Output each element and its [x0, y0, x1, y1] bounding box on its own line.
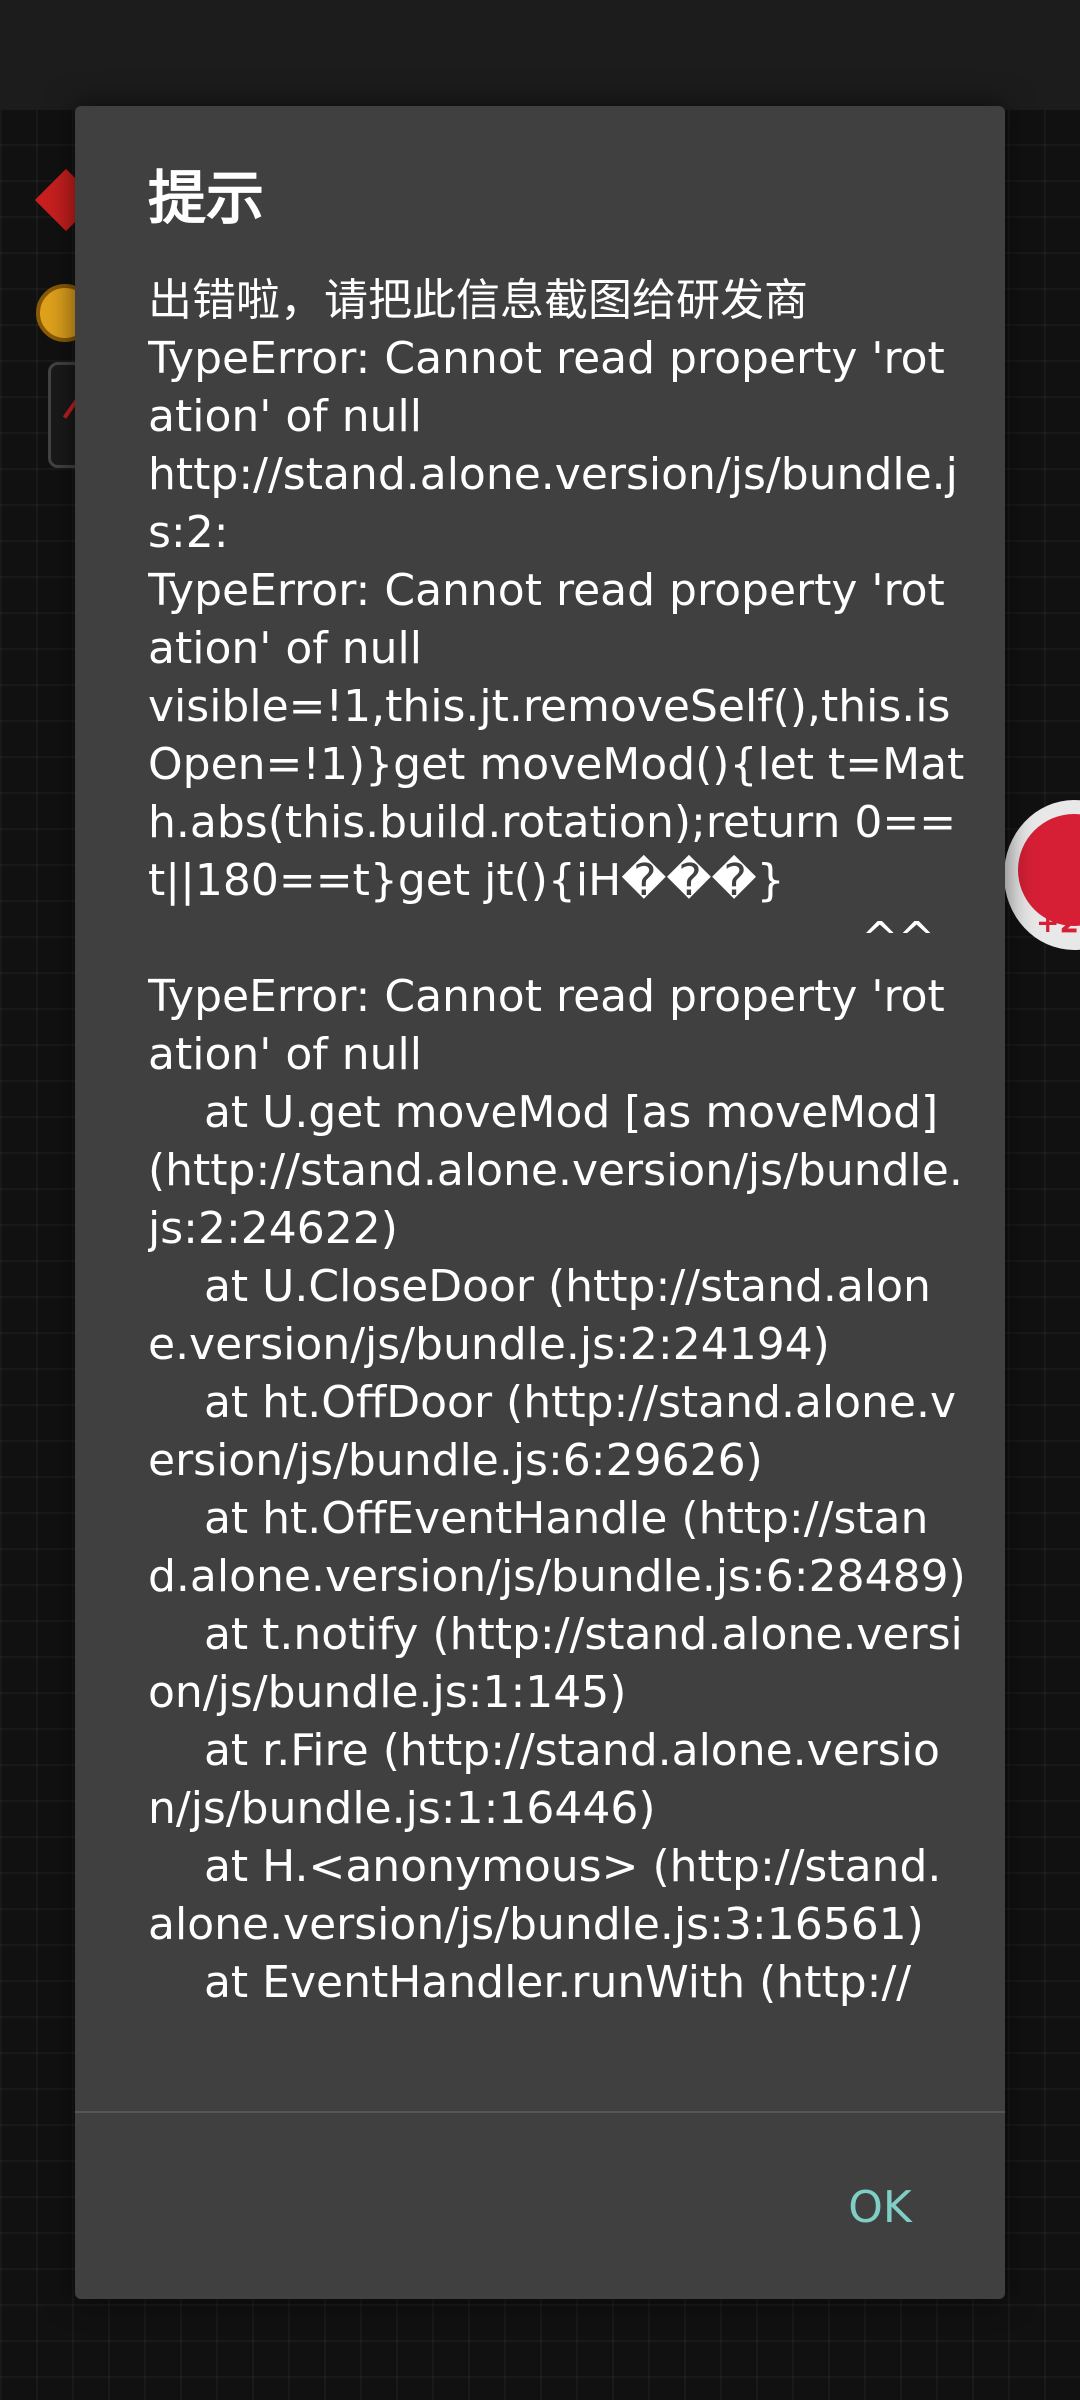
- dialog-message-scroll[interactable]: 出错啦，请把此信息截图给研发商 TypeError: Cannot read p…: [148, 272, 968, 2217]
- game-reward-badge[interactable]: +2: [1004, 800, 1080, 950]
- error-message: 出错啦，请把此信息截图给研发商 TypeError: Cannot read p…: [148, 275, 966, 2008]
- reward-badge-count: +2: [1036, 906, 1079, 939]
- status-bar: [0, 0, 1080, 110]
- ok-button[interactable]: OK: [815, 2166, 945, 2250]
- dialog-title: 提示: [148, 164, 265, 232]
- dialog-divider: [75, 2111, 1005, 2113]
- screen: +2 提示 出错啦，请把此信息截图给研发商 TypeError: Cannot …: [0, 0, 1080, 2400]
- error-dialog: 提示 出错啦，请把此信息截图给研发商 TypeError: Cannot rea…: [75, 106, 1005, 2299]
